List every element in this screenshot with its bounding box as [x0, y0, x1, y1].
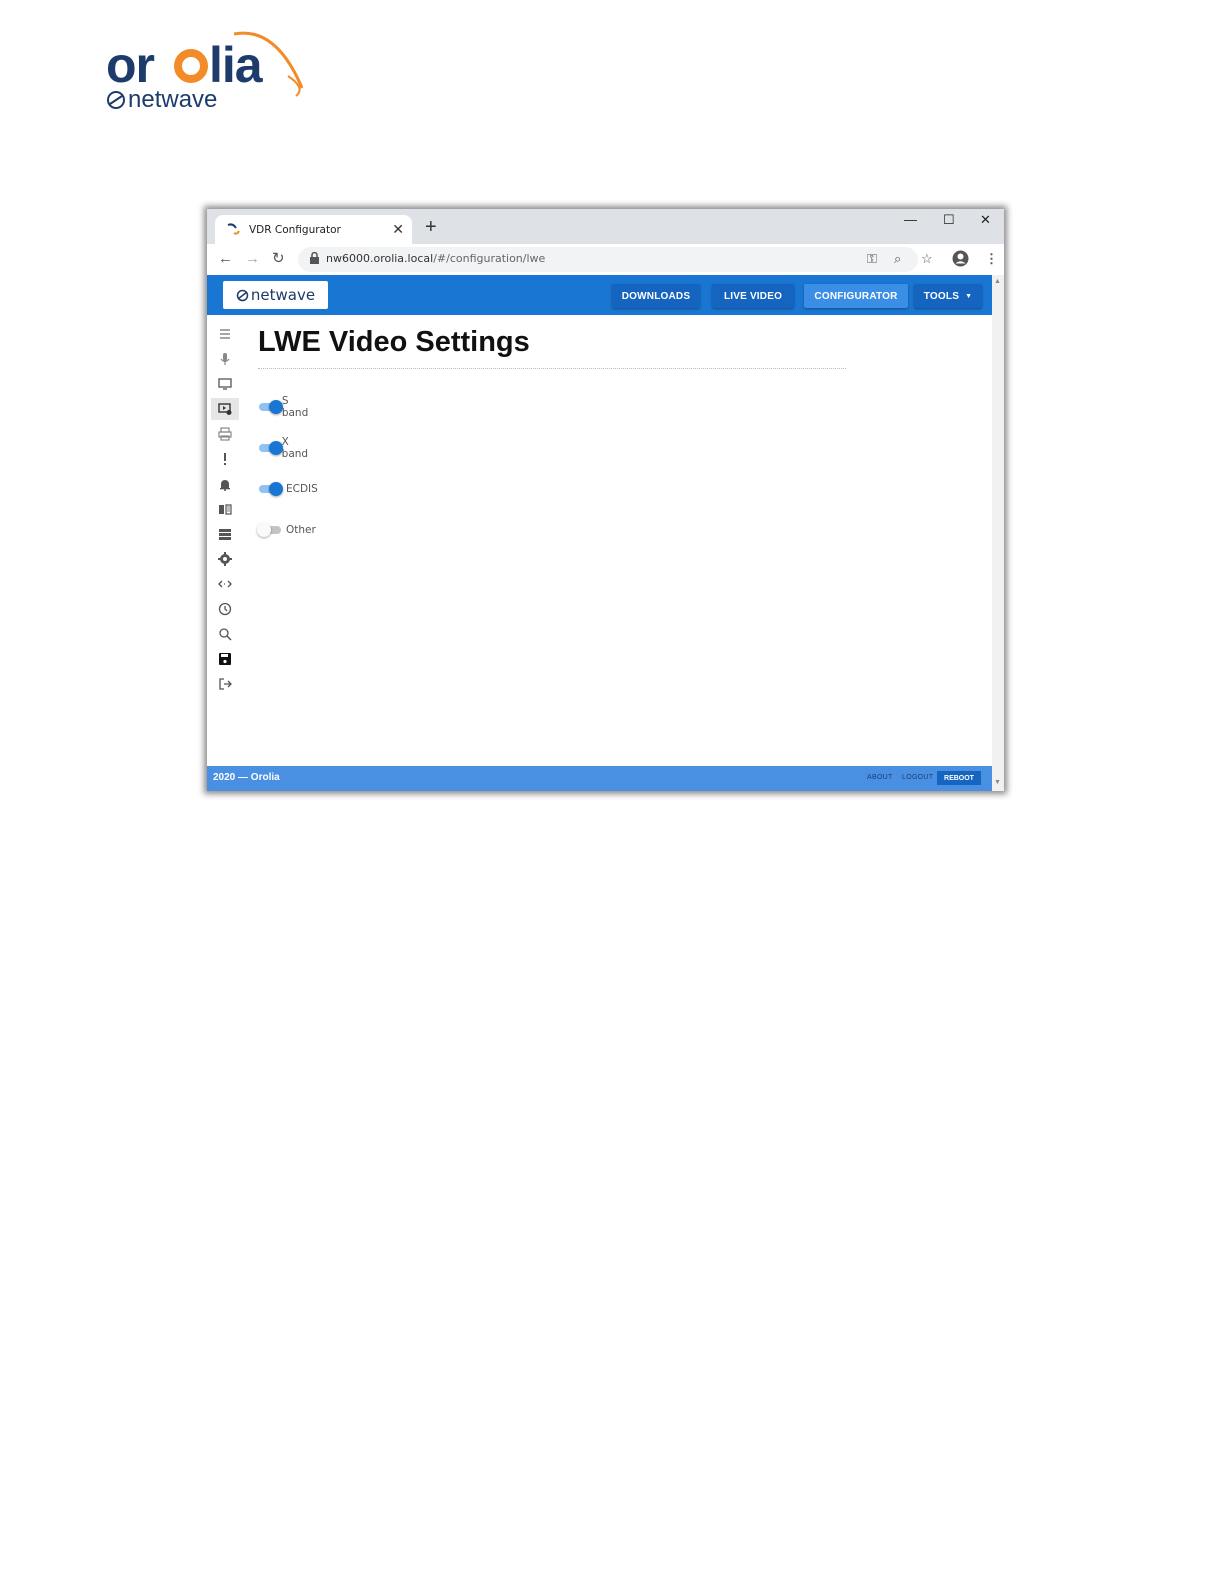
toggle-label: ECDIS: [286, 483, 318, 495]
live-video-button[interactable]: LIVE VIDEO: [712, 284, 794, 308]
tab-close-icon[interactable]: ✕: [392, 221, 404, 238]
sidebar-item-save[interactable]: [211, 648, 239, 670]
downloads-button[interactable]: DOWNLOADS: [612, 284, 700, 308]
sidebar-item-video-settings[interactable]: [211, 398, 239, 420]
gear-icon: [218, 552, 232, 566]
window-close-icon[interactable]: ✕: [980, 212, 991, 228]
sidebar-item-code[interactable]: [211, 573, 239, 595]
list-icon: [220, 329, 230, 339]
sidebar-item-history[interactable]: [211, 598, 239, 620]
scroll-up-icon[interactable]: ▲: [994, 278, 1001, 285]
microphone-icon: [220, 353, 230, 365]
sidebar-item-search[interactable]: [211, 623, 239, 645]
url-host: nw6000.orolia.local: [326, 252, 434, 265]
netwave-brand-logo[interactable]: netwave: [223, 281, 328, 309]
book-icon: [219, 504, 232, 515]
copyright-text: 2020 — Orolia: [213, 772, 280, 783]
switch[interactable]: [257, 399, 283, 415]
configurator-button[interactable]: CONFIGURATOR: [804, 284, 908, 308]
toggle-other[interactable]: Other: [257, 520, 316, 540]
scroll-down-icon[interactable]: ▼: [994, 779, 1001, 786]
switch[interactable]: [257, 440, 283, 456]
sidebar-item-display[interactable]: [211, 373, 239, 395]
browser-toolbar: ← → ↻ nw6000.orolia.local/#/configuratio…: [207, 244, 1004, 275]
lock-icon: [310, 252, 319, 264]
account-icon[interactable]: [952, 250, 969, 267]
save-icon: [219, 653, 231, 665]
exclamation-icon: [224, 453, 226, 465]
new-tab-icon[interactable]: +: [425, 217, 437, 237]
code-icon: [218, 580, 232, 588]
logout-icon: [219, 678, 232, 690]
zoom-icon[interactable]: ⌕: [894, 251, 901, 266]
toggle-x-band[interactable]: X band: [257, 436, 312, 460]
search-icon: [219, 628, 232, 641]
switch[interactable]: [257, 481, 283, 497]
key-icon[interactable]: ⚿: [867, 251, 877, 266]
about-link[interactable]: ABOUT: [867, 774, 893, 781]
sidebar-item-audio[interactable]: [211, 348, 239, 370]
menu-icon[interactable]: ⋮: [985, 251, 998, 266]
page-viewport: netwave DOWNLOADS LIVE VIDEO CONFIGURATO…: [207, 275, 992, 791]
favicon-icon: [227, 222, 240, 235]
video-settings-icon: [218, 403, 232, 415]
toggle-label: S band: [281, 395, 309, 419]
sidebar-item-settings[interactable]: [211, 548, 239, 570]
sidebar-item-printer[interactable]: [211, 423, 239, 445]
sidebar-item-manual[interactable]: [211, 498, 239, 520]
svg-text:or: or: [106, 37, 155, 93]
browser-window: VDR Configurator ✕ + — ☐ ✕ ← → ↻ nw6000.…: [207, 209, 1004, 791]
brand-text: netwave: [250, 286, 316, 304]
page-title: LWE Video Settings: [258, 326, 530, 358]
url-text: nw6000.orolia.local/#/configuration/lwe: [326, 252, 545, 265]
orolia-netwave-logo: or lia netwave: [106, 31, 304, 113]
app-bar: netwave DOWNLOADS LIVE VIDEO CONFIGURATO…: [207, 275, 992, 315]
netwave-icon: [236, 289, 249, 301]
toggle-s-band[interactable]: S band: [257, 395, 312, 419]
sidebar-item-storage[interactable]: [211, 523, 239, 545]
sidebar: [207, 315, 241, 766]
maximize-icon[interactable]: ☐: [943, 212, 955, 228]
toggle-ecdis[interactable]: ECDIS: [257, 479, 318, 499]
back-icon[interactable]: ←: [218, 251, 233, 266]
svg-text:lia: lia: [209, 37, 264, 93]
history-icon: [218, 602, 232, 616]
switch[interactable]: [257, 522, 283, 538]
tools-label: TOOLS: [923, 290, 960, 302]
sidebar-item-logout[interactable]: [211, 673, 239, 695]
sidebar-item-alerts[interactable]: [211, 448, 239, 470]
tab-title: VDR Configurator: [249, 223, 341, 236]
logout-link[interactable]: LOGOUT: [902, 774, 933, 781]
app-footer: 2020 — Orolia ABOUT LOGOUT REBOOT: [207, 766, 992, 791]
browser-tab[interactable]: VDR Configurator ✕: [215, 215, 412, 244]
reboot-button[interactable]: REBOOT: [937, 771, 981, 785]
monitor-icon: [218, 378, 232, 390]
svg-text:netwave: netwave: [128, 86, 217, 113]
title-divider: [258, 368, 846, 369]
forward-icon[interactable]: →: [245, 251, 260, 266]
bell-icon: [220, 480, 230, 491]
printer-icon: [218, 427, 232, 441]
star-icon[interactable]: ☆: [921, 251, 933, 266]
tab-strip: VDR Configurator ✕ + — ☐ ✕: [207, 209, 1004, 244]
toggle-label: X band: [281, 436, 309, 460]
storage-icon: [219, 529, 231, 540]
sidebar-item-list[interactable]: [211, 323, 239, 345]
sidebar-item-alarms[interactable]: [211, 473, 239, 495]
address-bar[interactable]: nw6000.orolia.local/#/configuration/lwe: [298, 247, 918, 272]
toggle-label: Other: [286, 524, 316, 536]
minimize-icon[interactable]: —: [904, 212, 917, 227]
caret-down-icon: ▼: [965, 292, 973, 300]
url-path: /#/configuration/lwe: [433, 252, 546, 265]
vertical-scrollbar[interactable]: ▲ ▼: [992, 275, 1004, 791]
reload-icon[interactable]: ↻: [272, 251, 285, 266]
tools-button[interactable]: TOOLS ▼: [914, 284, 982, 308]
